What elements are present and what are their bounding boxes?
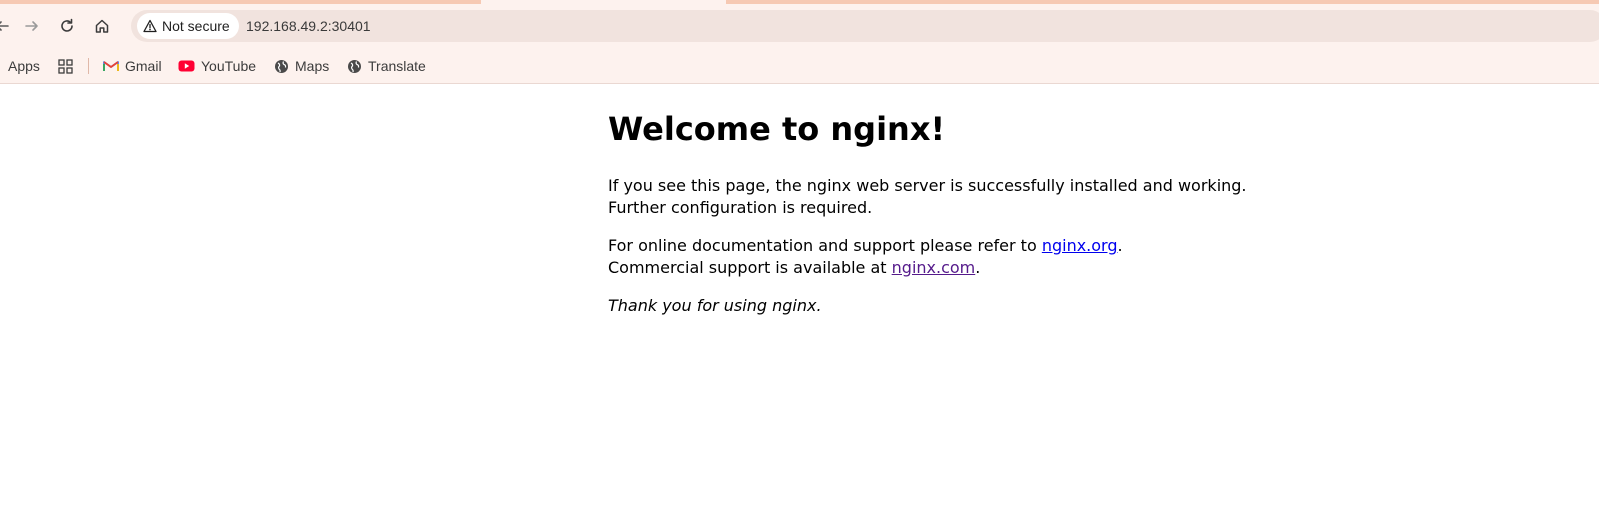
support-text-2-end: . — [975, 257, 981, 277]
bookmark-apps[interactable]: Apps — [0, 48, 40, 84]
bookmarks-bar: Apps Gmail YouTube Maps Translate — [0, 48, 1599, 84]
address-bar[interactable]: Not secure 192.168.49.2:30401 — [131, 10, 1599, 42]
bookmark-label: Maps — [295, 58, 330, 74]
bookmark-grid[interactable] — [58, 48, 73, 84]
apps-icon — [0, 59, 2, 73]
home-button[interactable] — [88, 12, 116, 40]
bookmark-gmail[interactable]: Gmail — [103, 48, 162, 84]
browser-toolbar: Not secure 192.168.49.2:30401 — [0, 4, 1599, 48]
warning-icon — [143, 19, 157, 33]
bookmark-separator — [88, 58, 89, 74]
security-label: Not secure — [162, 18, 230, 34]
support-paragraph: For online documentation and support ple… — [608, 235, 1248, 278]
gmail-icon — [103, 61, 119, 71]
nginx-com-link[interactable]: nginx.com — [892, 258, 976, 277]
support-text-2: Commercial support is available at — [608, 257, 892, 277]
page-title: Welcome to nginx! — [608, 110, 946, 148]
reload-icon — [61, 18, 73, 32]
nginx-org-link[interactable]: nginx.org — [1042, 236, 1118, 255]
page-content: Welcome to nginx! If you see this page, … — [608, 84, 1248, 317]
forward-arrow-icon — [25, 21, 38, 31]
youtube-icon — [178, 60, 195, 72]
bookmark-label: YouTube — [201, 58, 257, 74]
forward-button[interactable] — [18, 12, 46, 40]
url-text[interactable]: 192.168.49.2:30401 — [246, 10, 371, 42]
bookmark-label: Gmail — [125, 58, 162, 74]
reload-button[interactable] — [53, 12, 81, 40]
bookmark-label: Translate — [368, 58, 426, 74]
globe-icon — [275, 59, 288, 73]
bookmark-translate[interactable]: Translate — [347, 48, 426, 84]
back-arrow-icon — [0, 21, 9, 31]
globe-icon — [348, 59, 361, 73]
home-icon — [95, 19, 109, 33]
security-indicator[interactable]: Not secure — [137, 13, 239, 39]
grid-icon — [58, 58, 73, 74]
back-button[interactable] — [0, 12, 16, 40]
bookmark-maps[interactable]: Maps — [274, 48, 329, 84]
thanks-paragraph: Thank you for using nginx. — [608, 296, 822, 315]
bookmark-youtube[interactable]: YouTube — [178, 48, 256, 84]
intro-paragraph: If you see this page, the nginx web serv… — [608, 176, 1247, 217]
bookmark-label: Apps — [8, 58, 40, 74]
support-text-1: For online documentation and support ple… — [608, 236, 1042, 255]
support-text-1-end: . — [1117, 236, 1123, 255]
